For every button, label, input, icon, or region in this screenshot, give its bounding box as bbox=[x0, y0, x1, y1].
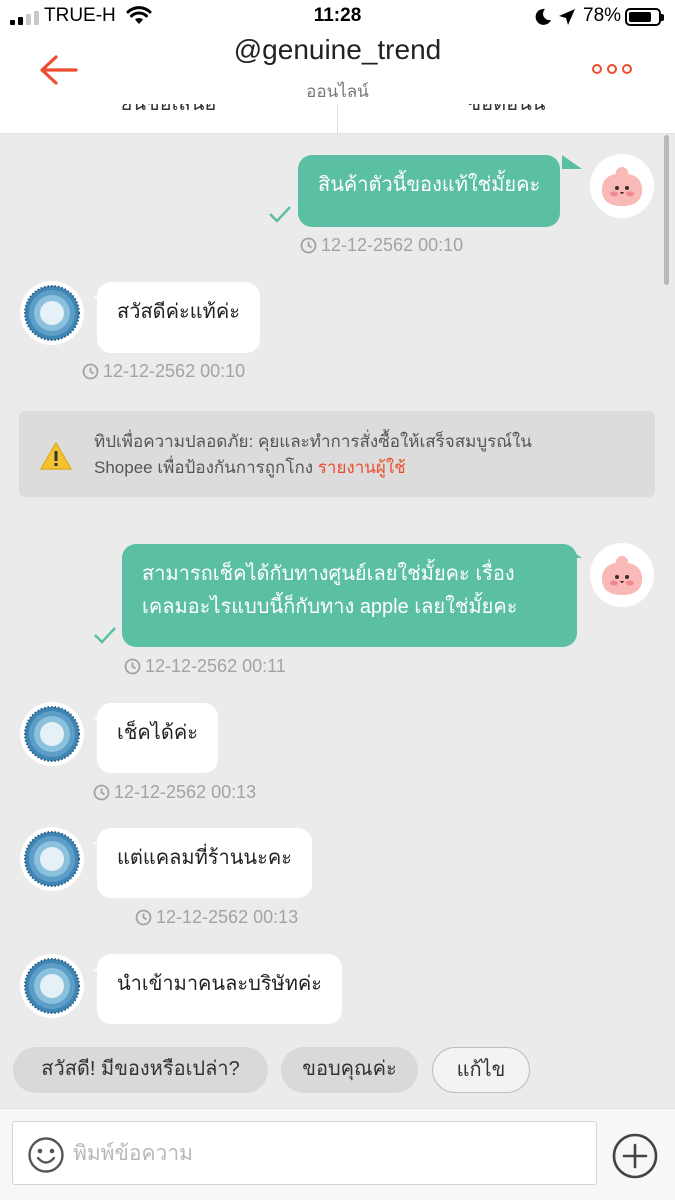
read-check-icon bbox=[269, 206, 291, 223]
message-timestamp: 12-12-2562 00:13 bbox=[135, 907, 298, 928]
status-bar: TRUE-H 11:28 78% bbox=[0, 0, 675, 34]
emoji-icon[interactable] bbox=[27, 1136, 65, 1174]
battery-percent: 78% bbox=[583, 5, 622, 26]
message-text: เช็คได้ค่ะ bbox=[117, 722, 198, 744]
more-options-icon[interactable] bbox=[592, 64, 632, 74]
message-timestamp: 12-12-2562 00:10 bbox=[82, 361, 245, 382]
message-text: สวัสดีค่ะแท้ค่ะ bbox=[117, 301, 240, 323]
buy-now-button[interactable]: ซื้อตอนนี้ bbox=[338, 104, 675, 133]
scrollbar[interactable] bbox=[664, 135, 669, 285]
message-timestamp: 12-12-2562 00:13 bbox=[93, 782, 256, 803]
message-text: สินค้าตัวนี้ของแท้ใช่มั้ยคะ bbox=[318, 174, 541, 196]
make-offer-button[interactable]: ยื่นข้อเสนอ bbox=[0, 104, 337, 133]
avatar[interactable] bbox=[20, 702, 84, 766]
message-input-container bbox=[12, 1121, 597, 1185]
bubble-tail bbox=[562, 544, 582, 558]
quick-reply-chip[interactable]: สวัสดี! มีของหรือเปล่า? bbox=[13, 1047, 268, 1093]
peach-avatar-icon bbox=[601, 167, 643, 206]
clock-icon bbox=[82, 363, 99, 380]
message-timestamp: 12-12-2562 00:10 bbox=[300, 235, 463, 256]
contact-lens-avatar-icon bbox=[24, 706, 80, 762]
report-user-link[interactable]: รายงานผู้ใช้ bbox=[318, 458, 406, 477]
offer-action-bar: ยื่นข้อเสนอ ซื้อตอนนี้ bbox=[0, 104, 675, 134]
contact-lens-avatar-icon bbox=[24, 285, 80, 341]
contact-lens-avatar-icon bbox=[24, 958, 80, 1014]
quick-reply-chip[interactable]: ขอบคุณค่ะ bbox=[281, 1047, 418, 1093]
clock-icon bbox=[93, 784, 110, 801]
read-check-icon bbox=[94, 627, 116, 644]
message-bubble-incoming[interactable]: เช็คได้ค่ะ bbox=[97, 703, 218, 773]
message-bubble-outgoing[interactable]: สินค้าตัวนี้ของแท้ใช่มั้ยคะ bbox=[298, 155, 561, 227]
message-bubble-incoming[interactable]: สวัสดีค่ะแท้ค่ะ bbox=[97, 282, 260, 353]
moon-icon bbox=[535, 8, 551, 25]
avatar[interactable] bbox=[20, 827, 84, 891]
chat-header: @genuine_trend ออนไลน์ bbox=[0, 34, 675, 104]
safety-tip-banner: ทิปเพื่อความปลอดภัย: คุยและทำการสั่งซื้อ… bbox=[19, 411, 655, 497]
clock-icon bbox=[135, 909, 152, 926]
message-text-line: เคลมอะไรแบบนี้ก็กับทาง apple เลยใช่มั้ยค… bbox=[142, 596, 518, 618]
plus-icon[interactable] bbox=[612, 1133, 658, 1179]
location-icon bbox=[559, 9, 575, 25]
clock-icon bbox=[300, 237, 317, 254]
message-text: แต่แคลมที่ร้านนะคะ bbox=[117, 847, 292, 869]
message-bubble-incoming[interactable]: แต่แคลมที่ร้านนะคะ bbox=[97, 828, 312, 898]
warning-icon bbox=[40, 442, 72, 470]
bubble-tail bbox=[562, 155, 582, 169]
battery-fill bbox=[629, 12, 651, 22]
clock-icon bbox=[124, 658, 141, 675]
edit-quick-replies-button[interactable]: แก้ไข bbox=[432, 1047, 530, 1093]
message-text-line: สามารถเช็คได้กับทางศูนย์เลยใช่มั้ยคะ เรื… bbox=[142, 563, 515, 585]
contact-lens-avatar-icon bbox=[24, 831, 80, 887]
online-status: ออนไลน์ bbox=[306, 82, 369, 101]
peach-avatar-icon bbox=[601, 556, 643, 595]
chat-title[interactable]: @genuine_trend bbox=[0, 34, 675, 66]
message-input[interactable] bbox=[73, 1132, 583, 1176]
avatar[interactable] bbox=[20, 954, 84, 1018]
avatar[interactable] bbox=[20, 281, 84, 345]
message-bubble-outgoing[interactable]: สามารถเช็คได้กับทางศูนย์เลยใช่มั้ยคะ เรื… bbox=[122, 544, 577, 647]
avatar[interactable] bbox=[590, 154, 654, 218]
avatar[interactable] bbox=[590, 543, 654, 607]
message-text: นำเข้ามาคนละบริษัทค่ะ bbox=[117, 973, 323, 995]
message-bubble-incoming[interactable]: นำเข้ามาคนละบริษัทค่ะ bbox=[97, 954, 343, 1024]
composer-bar bbox=[0, 1108, 675, 1200]
message-timestamp: 12-12-2562 00:11 bbox=[124, 656, 286, 677]
safety-tip-text: ทิปเพื่อความปลอดภัย: คุยและทำการสั่งซื้อ… bbox=[94, 432, 532, 477]
battery-icon bbox=[625, 8, 664, 26]
